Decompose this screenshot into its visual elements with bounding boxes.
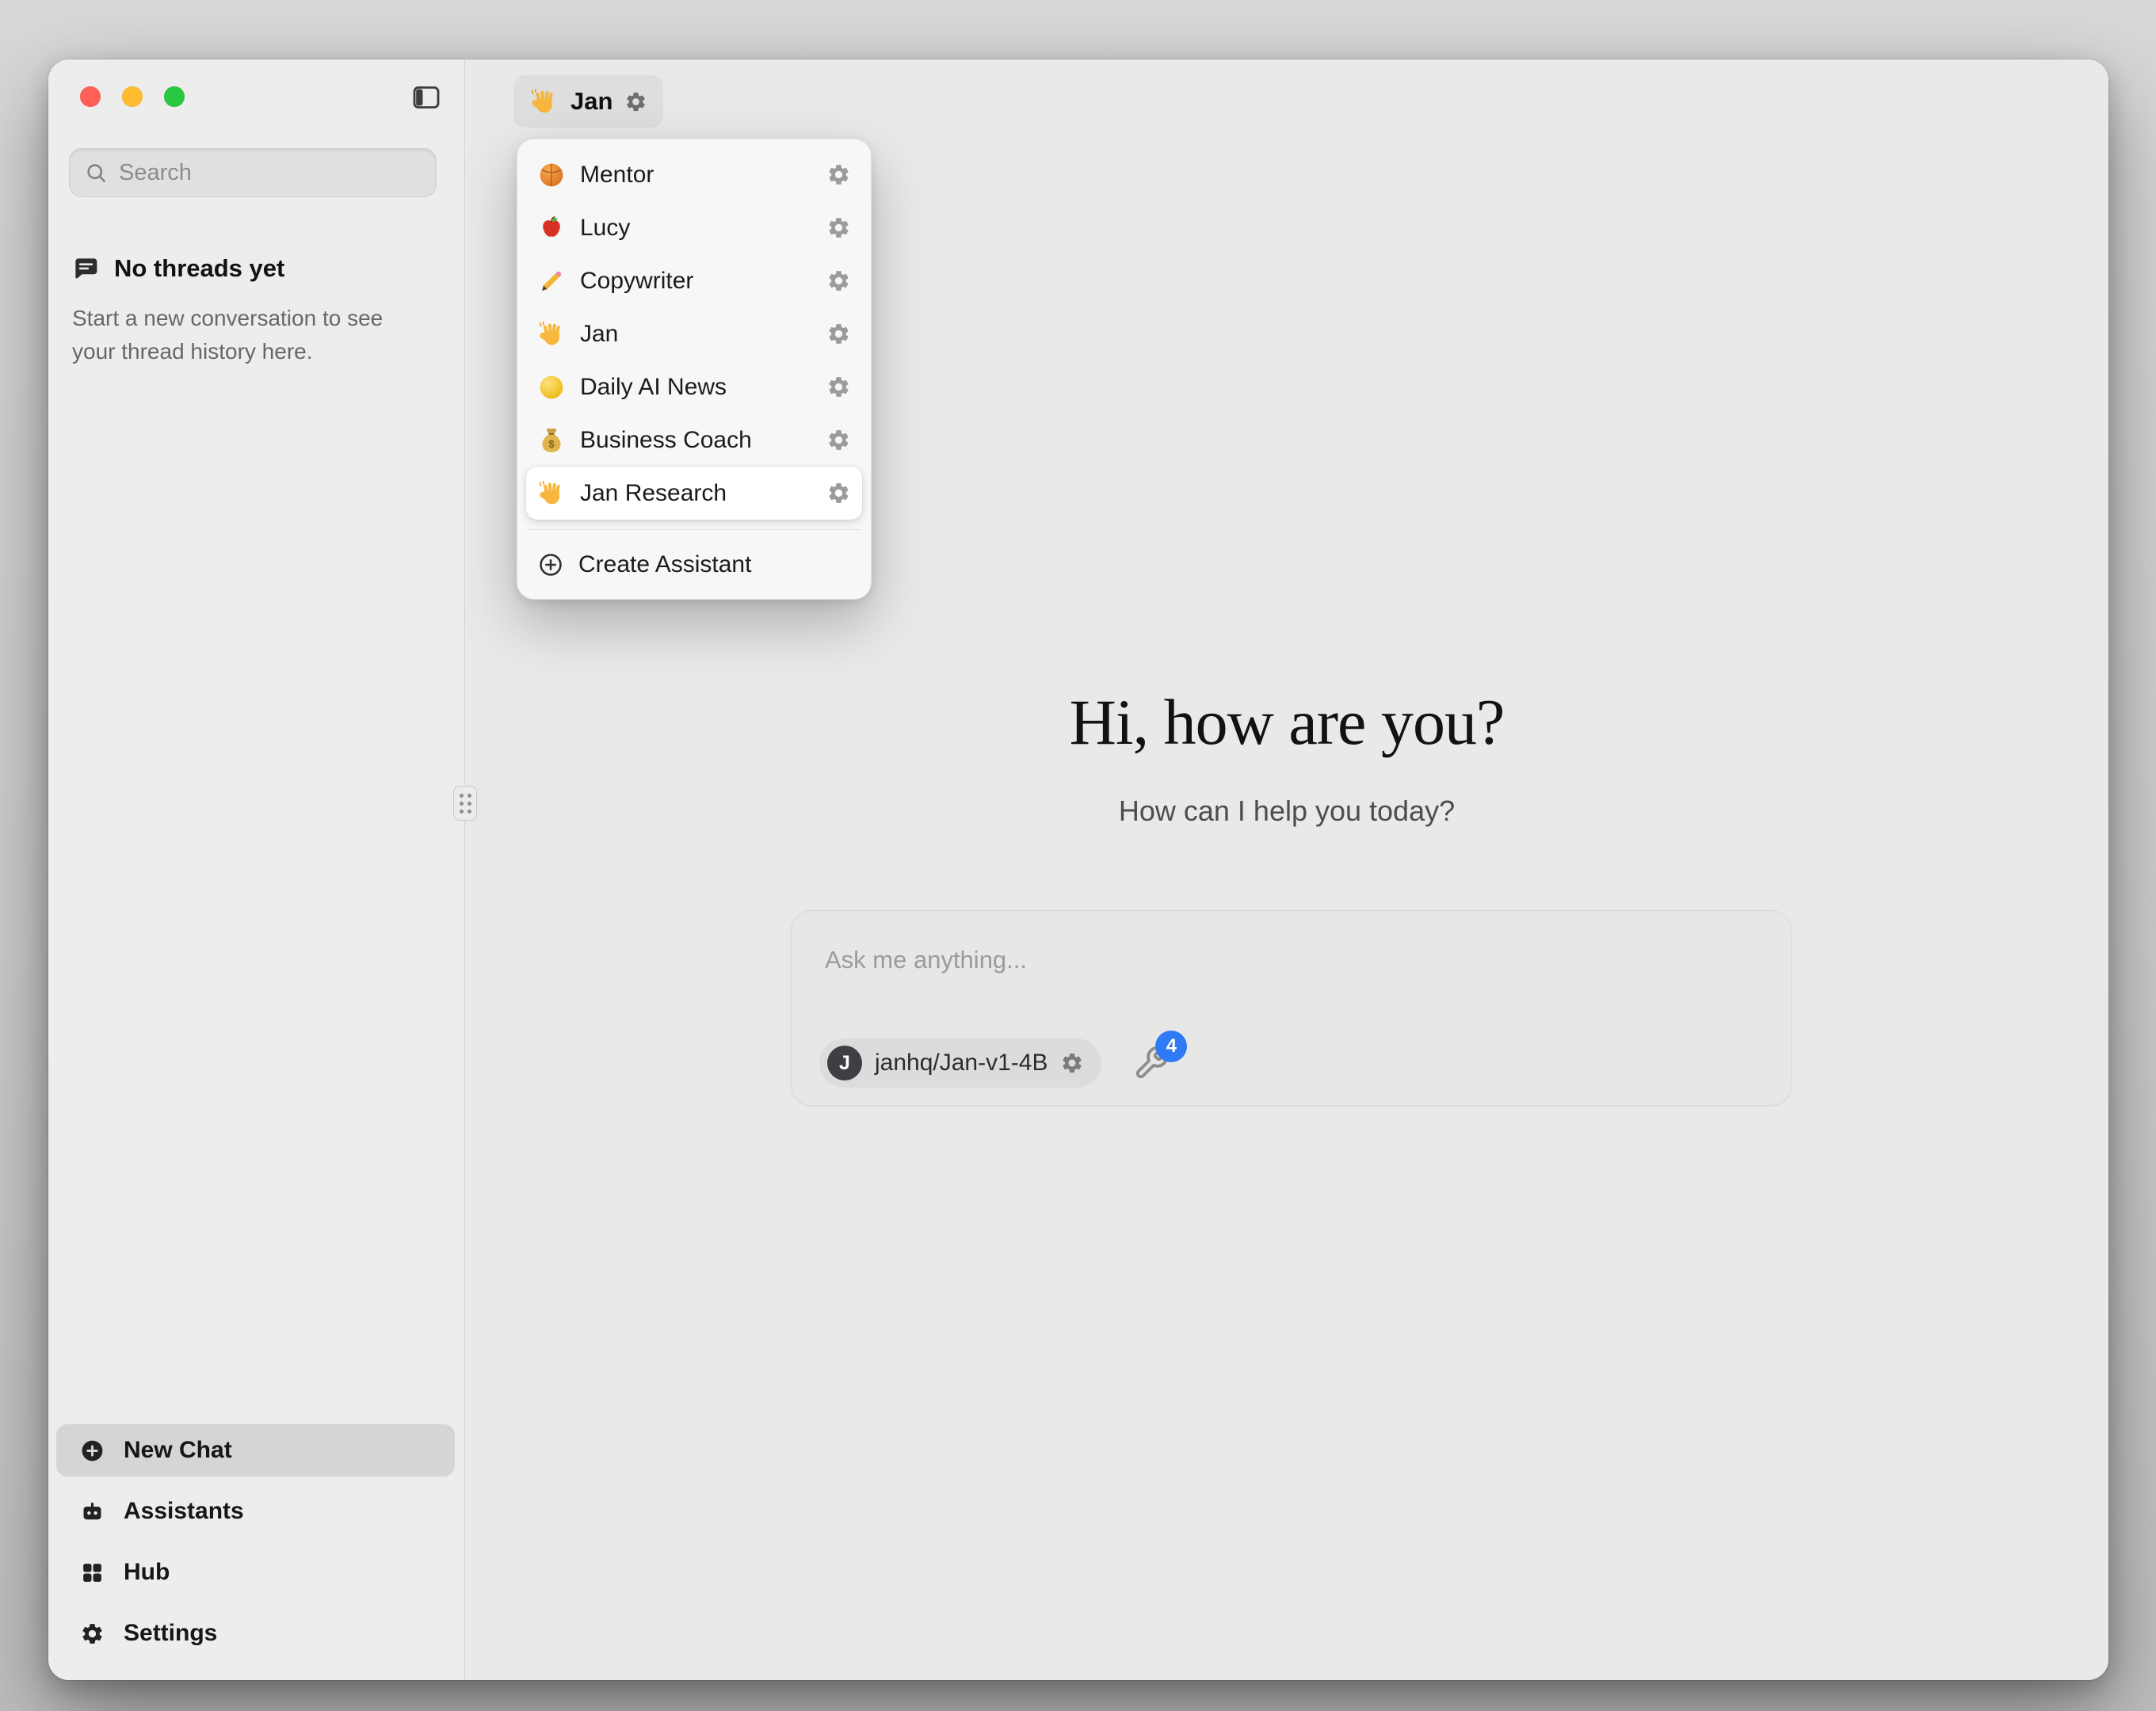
window-controls: [80, 86, 185, 107]
wave-emoji-icon: [537, 320, 566, 349]
search-input[interactable]: [119, 160, 422, 186]
wave-emoji-icon: [537, 479, 566, 508]
assistant-dropdown-menu: Mentor Lucy Copywriter Jan Daily AI: [517, 139, 872, 600]
menu-item-business-coach[interactable]: $ Business Coach: [526, 413, 862, 467]
pencil-icon: [537, 267, 566, 295]
gear-icon[interactable]: [826, 322, 851, 346]
svg-text:$: $: [548, 438, 554, 450]
gear-icon[interactable]: [826, 215, 851, 240]
nav-item-label: New Chat: [124, 1437, 232, 1464]
sidebar-resize-handle[interactable]: [453, 786, 477, 821]
zoom-button[interactable]: [164, 86, 185, 107]
assistant-gear-icon[interactable]: [624, 90, 647, 113]
menu-item-jan-research[interactable]: Jan Research: [526, 467, 862, 520]
nav-item-label: Assistants: [124, 1498, 244, 1525]
create-assistant-label: Create Assistant: [578, 551, 751, 578]
minimize-button[interactable]: [122, 86, 143, 107]
nav-item-label: Settings: [124, 1620, 217, 1647]
model-gear-icon[interactable]: [1060, 1051, 1084, 1075]
chat-input[interactable]: [792, 911, 1791, 1022]
menu-divider: [528, 529, 860, 530]
orange-sphere-icon: [537, 161, 566, 189]
settings-gear-icon: [80, 1621, 105, 1646]
sidebar-item-settings[interactable]: Settings: [56, 1607, 455, 1660]
sidebar-item-new-chat[interactable]: New Chat: [56, 1424, 455, 1477]
new-chat-icon: [80, 1439, 105, 1463]
menu-item-label: Jan Research: [580, 480, 812, 507]
menu-item-label: Lucy: [580, 215, 812, 242]
model-name: janhq/Jan-v1-4B: [875, 1050, 1047, 1077]
empty-state-description: Start a new conversation to see your thr…: [72, 302, 421, 368]
yellow-circle-icon: [537, 373, 566, 402]
chat-composer: J janhq/Jan-v1-4B 4: [791, 910, 1792, 1106]
gear-icon[interactable]: [826, 481, 851, 505]
empty-state-title: No threads yet: [114, 254, 284, 283]
menu-item-copywriter[interactable]: Copywriter: [526, 254, 862, 307]
menu-item-label: Daily AI News: [580, 374, 812, 401]
assistants-icon: [80, 1500, 105, 1524]
gear-icon[interactable]: [826, 269, 851, 293]
assistant-selector[interactable]: Jan: [513, 75, 663, 128]
search-box[interactable]: [69, 148, 437, 197]
tools-count-badge: 4: [1155, 1031, 1187, 1062]
apple-icon: [537, 214, 566, 242]
chat-bubble-icon: [72, 255, 100, 283]
gear-icon[interactable]: [826, 375, 851, 399]
close-button[interactable]: [80, 86, 101, 107]
tools-button[interactable]: 4: [1133, 1045, 1170, 1081]
model-avatar: J: [827, 1046, 862, 1080]
gear-icon[interactable]: [826, 162, 851, 187]
sidebar: No threads yet Start a new conversation …: [48, 59, 465, 1680]
menu-item-label: Mentor: [580, 162, 812, 189]
composer-toolbar: J janhq/Jan-v1-4B 4: [819, 1038, 1170, 1088]
sidebar-item-assistants[interactable]: Assistants: [56, 1485, 455, 1538]
plus-circle-icon: [537, 551, 564, 578]
menu-item-daily-ai-news[interactable]: Daily AI News: [526, 360, 862, 413]
menu-item-jan[interactable]: Jan: [526, 307, 862, 360]
sidebar-item-hub[interactable]: Hub: [56, 1546, 455, 1599]
menu-item-label: Copywriter: [580, 268, 812, 295]
grip-dots-icon: [460, 794, 471, 814]
sidebar-toggle-icon[interactable]: [410, 82, 442, 113]
assistant-name: Jan: [570, 87, 612, 116]
threads-empty-state: No threads yet Start a new conversation …: [72, 254, 437, 368]
menu-item-lucy[interactable]: Lucy: [526, 201, 862, 254]
greeting-subtitle: How can I help you today?: [465, 795, 2108, 828]
app-window: No threads yet Start a new conversation …: [48, 59, 2108, 1680]
greeting-block: Hi, how are you? How can I help you toda…: [465, 685, 2108, 828]
menu-item-label: Business Coach: [580, 427, 812, 454]
main-area: Jan Mentor Lucy Copywriter Jan: [465, 59, 2108, 1680]
hub-icon: [80, 1560, 105, 1585]
wave-emoji-icon: [529, 87, 559, 116]
moneybag-icon: $: [537, 426, 566, 455]
menu-item-mentor[interactable]: Mentor: [526, 148, 862, 201]
model-selector[interactable]: J janhq/Jan-v1-4B: [819, 1038, 1101, 1088]
create-assistant-button[interactable]: Create Assistant: [526, 539, 862, 590]
sidebar-nav: New Chat Assistants Hub Settings: [56, 1424, 455, 1660]
gear-icon[interactable]: [826, 428, 851, 452]
search-icon: [84, 161, 108, 185]
nav-item-label: Hub: [124, 1559, 170, 1586]
menu-item-label: Jan: [580, 321, 812, 348]
greeting-title: Hi, how are you?: [465, 685, 2108, 760]
